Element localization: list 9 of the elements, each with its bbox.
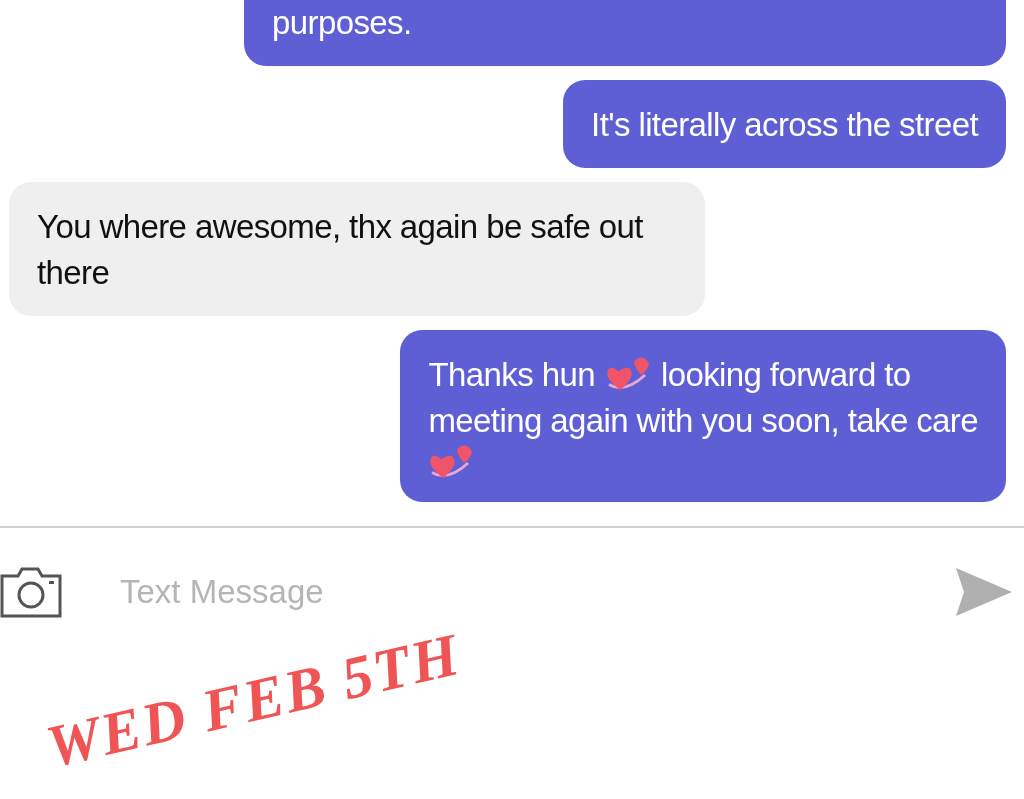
handwritten-note: WED FEB 5TH — [40, 621, 467, 781]
camera-icon[interactable] — [0, 566, 62, 618]
message-text: looking forward to — [660, 355, 911, 395]
message-field[interactable]: Text Message — [118, 572, 954, 612]
message-text: You where awesome, thx again be safe out there — [37, 207, 645, 293]
message-text: meeting again with you soon, take care — [428, 401, 978, 441]
message-text: Thanks hun — [428, 355, 595, 395]
message-text: It's literally across the street — [591, 105, 978, 145]
message-text: purposes. — [272, 3, 412, 43]
